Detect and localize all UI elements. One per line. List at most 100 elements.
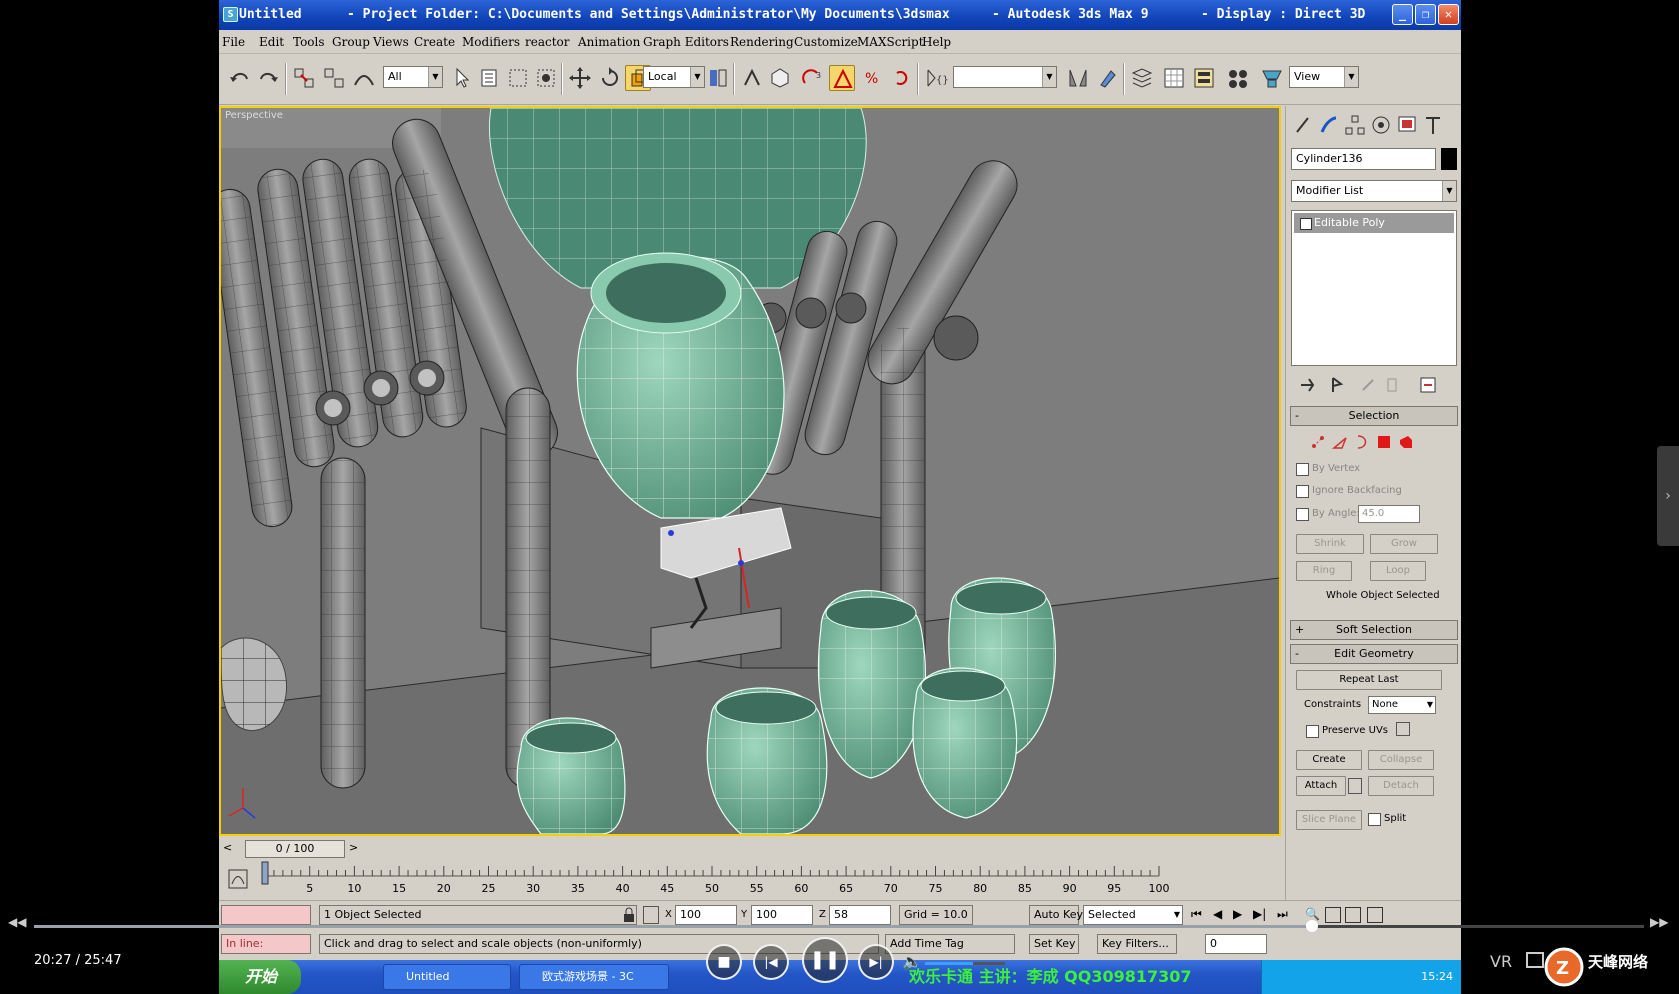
selection-rollout-header[interactable]: - Selection	[1290, 406, 1458, 426]
maxscript-listener-mini[interactable]	[221, 905, 311, 925]
stop-icon[interactable]: ■	[706, 944, 742, 980]
soft-selection-rollout-header[interactable]: + Soft Selection	[1290, 620, 1458, 640]
remove-modifier-icon[interactable]	[1381, 374, 1403, 396]
attach-list-icon[interactable]	[1348, 778, 1362, 794]
rectangular-selection-icon[interactable]	[505, 65, 531, 91]
close-button[interactable]: ✕	[1438, 4, 1459, 25]
snaps-toggle-icon[interactable]: 3	[799, 65, 825, 91]
key-mode-dropdown[interactable]: Selected ▼	[1083, 905, 1183, 925]
named-selection-sets-dropdown[interactable]: ▼	[953, 66, 1057, 88]
select-and-link-icon[interactable]	[291, 65, 317, 91]
menu-group[interactable]: Group	[332, 30, 370, 54]
detach-button[interactable]: Detach	[1368, 776, 1434, 796]
taskbar-item-untitled[interactable]: Untitled	[383, 964, 511, 990]
playback-progress-bar[interactable]	[34, 925, 1644, 928]
border-mode-icon[interactable]	[1352, 432, 1374, 454]
previous-icon[interactable]: |◀	[753, 944, 789, 980]
hierarchy-tab-icon[interactable]	[1344, 114, 1366, 136]
add-time-tag-button[interactable]: Add Time Tag	[885, 934, 1015, 954]
mirror-icon[interactable]	[1065, 65, 1091, 91]
play-animation-icon[interactable]: ▶	[1233, 907, 1242, 921]
fast-forward-icon[interactable]: ▶▶	[1650, 915, 1668, 929]
zoom-icon[interactable]: 🔍	[1305, 907, 1320, 921]
zoom-extents-all-icon[interactable]	[1367, 907, 1383, 923]
bind-space-warp-icon[interactable]	[351, 65, 377, 91]
utilities-tab-icon[interactable]	[1422, 114, 1444, 136]
mini-curve-editor-icon[interactable]	[227, 868, 249, 890]
go-to-end-icon[interactable]: ⏭	[1277, 907, 1288, 922]
attach-button[interactable]: Attach	[1296, 776, 1346, 796]
by-angle-spinner[interactable]: 45.0	[1358, 505, 1420, 523]
menu-rendering[interactable]: Rendering	[730, 30, 794, 54]
make-unique-icon[interactable]	[1357, 374, 1379, 396]
render-view-dropdown[interactable]: View ▼	[1289, 66, 1359, 88]
menu-animation[interactable]: Animation	[578, 30, 640, 54]
angle-snap-toggle-icon[interactable]	[829, 65, 855, 91]
time-slider-thumb[interactable]: 0 / 100	[245, 840, 345, 858]
collapse-button[interactable]: Collapse	[1368, 750, 1434, 770]
side-panel-arrow-icon[interactable]: ›	[1657, 446, 1679, 546]
x-coordinate-field[interactable]: 100	[675, 905, 737, 925]
next-frame-icon[interactable]: ▶|	[1253, 907, 1266, 921]
current-frame-field[interactable]: 0	[1205, 934, 1267, 954]
material-editor-icon[interactable]	[1225, 65, 1251, 91]
element-mode-icon[interactable]	[1396, 432, 1418, 454]
maximize-button[interactable]: ❐	[1415, 4, 1436, 25]
grow-button[interactable]: Grow	[1370, 534, 1438, 554]
next-icon[interactable]: ▶|	[858, 944, 894, 980]
vertex-mode-icon[interactable]	[1308, 432, 1330, 454]
curve-editor-icon[interactable]	[1161, 65, 1187, 91]
menu-help[interactable]: Help	[922, 30, 951, 54]
layer-manager-icon[interactable]	[1129, 65, 1155, 91]
polygon-mode-icon[interactable]	[1374, 432, 1396, 454]
ring-button[interactable]: Ring	[1296, 561, 1352, 581]
menu-file[interactable]: File	[222, 30, 245, 54]
configure-modifier-sets-icon[interactable]	[1417, 374, 1439, 396]
constraints-dropdown[interactable]: None ▼	[1368, 696, 1436, 714]
vr-button[interactable]: VR	[1490, 952, 1512, 971]
current-frame-marker[interactable]	[261, 861, 269, 885]
modifier-list-dropdown[interactable]: Modifier List ▼	[1291, 180, 1457, 202]
perspective-viewport[interactable]: Perspective	[219, 106, 1281, 836]
undo-icon[interactable]	[227, 65, 253, 91]
edit-named-selection-icon[interactable]: {}	[923, 65, 949, 91]
time-prev-icon[interactable]: <	[223, 841, 232, 854]
track-bar[interactable]: 5 10 15 20 25 30 35 40 45 50 55 60 65 70 75 80 85 90 95 100	[219, 860, 1281, 900]
rewind-icon[interactable]: ◀◀	[8, 915, 26, 929]
menu-edit[interactable]: Edit	[259, 30, 284, 54]
previous-frame-icon[interactable]: ◀	[1213, 907, 1222, 921]
display-tab-icon[interactable]	[1396, 114, 1418, 136]
go-to-start-icon[interactable]: ⏮	[1191, 907, 1202, 922]
split-checkbox[interactable]: Split	[1368, 812, 1406, 826]
stack-item-editable-poly[interactable]: Editable Poly	[1294, 213, 1454, 233]
reference-coordinate-dropdown[interactable]: Local ▼	[643, 66, 705, 88]
by-angle-checkbox[interactable]: By Angle:	[1296, 507, 1360, 521]
menu-graph-editors[interactable]: Graph Editors	[643, 30, 729, 54]
maxscript-in-line[interactable]: In line:	[221, 934, 311, 954]
schematic-view-icon[interactable]	[1191, 65, 1217, 91]
menu-maxscript[interactable]: MAXScript	[857, 30, 924, 54]
menu-tools[interactable]: Tools	[293, 30, 325, 54]
menu-customize[interactable]: Customize	[794, 30, 858, 54]
repeat-last-button[interactable]: Repeat Last	[1296, 670, 1442, 690]
create-button[interactable]: Create	[1296, 750, 1362, 770]
edit-geometry-rollout-header[interactable]: - Edit Geometry	[1290, 644, 1458, 664]
time-next-icon[interactable]: >	[349, 841, 358, 854]
spinner-snap-toggle-icon[interactable]	[889, 65, 915, 91]
pivot-center-icon[interactable]	[705, 65, 731, 91]
select-object-icon[interactable]	[449, 65, 475, 91]
loop-button[interactable]: Loop	[1370, 561, 1426, 581]
selection-filter-dropdown[interactable]: All ▼	[383, 66, 443, 88]
zoom-extents-icon[interactable]	[1345, 907, 1361, 923]
show-end-result-icon[interactable]	[1327, 374, 1349, 396]
modify-tab-icon[interactable]	[1318, 114, 1340, 136]
viewport-label[interactable]: Perspective	[225, 110, 283, 121]
absolute-mode-transform-icon[interactable]	[643, 906, 659, 924]
slice-plane-button[interactable]: Slice Plane	[1296, 810, 1362, 830]
preserve-uvs-settings-icon[interactable]	[1396, 722, 1410, 736]
by-vertex-checkbox[interactable]: By Vertex	[1296, 462, 1360, 476]
select-and-manipulate-icon[interactable]	[739, 65, 765, 91]
menu-create[interactable]: Create	[414, 30, 455, 54]
zoom-all-icon[interactable]	[1325, 907, 1341, 923]
ignore-backfacing-checkbox[interactable]: Ignore Backfacing	[1296, 484, 1402, 498]
